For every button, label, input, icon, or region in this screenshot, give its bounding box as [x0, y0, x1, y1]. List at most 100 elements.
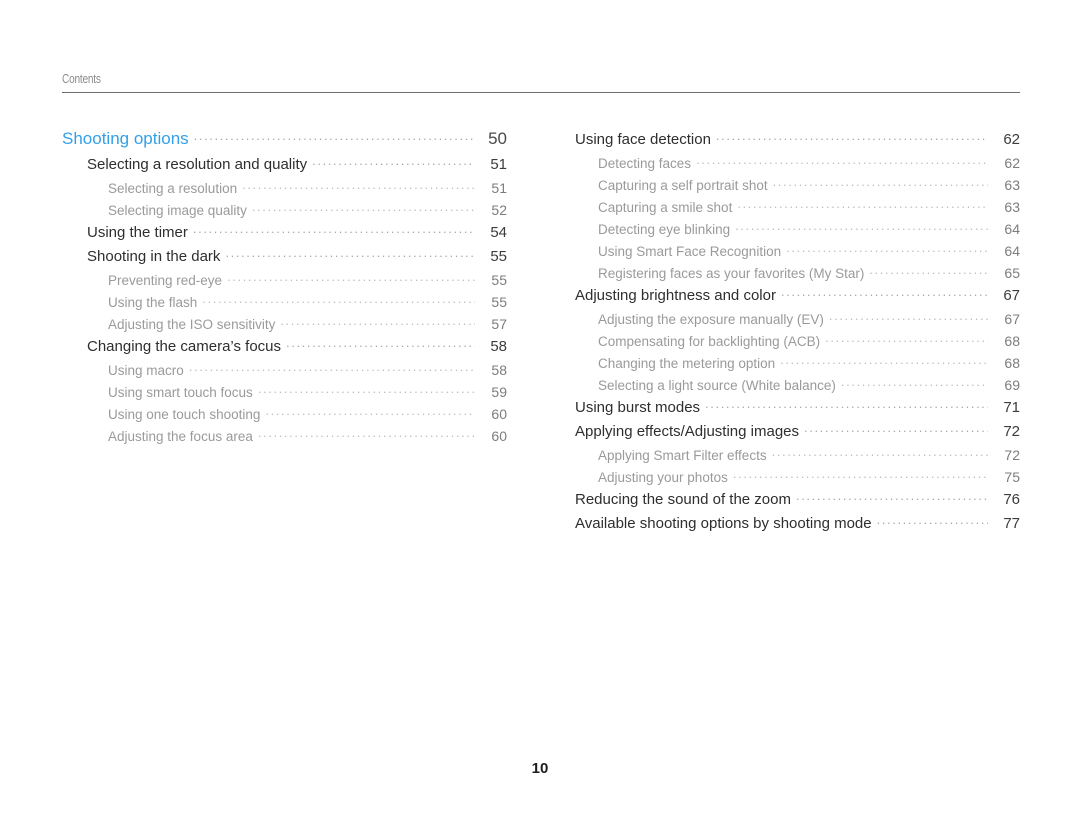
toc-leader-dots [796, 488, 988, 504]
toc-leader-dots [781, 284, 988, 300]
toc-entry[interactable]: Changing the camera’s focus 58 [87, 335, 507, 359]
toc-entry[interactable]: Using the flash 55 [108, 291, 507, 313]
toc-entry-page-number: 69 [1004, 377, 1020, 393]
toc-entry-title: Shooting options [62, 129, 189, 148]
toc-leader-dots [780, 352, 988, 368]
contents-page: Contents Shooting options 50 Selecting a r… [0, 0, 1080, 815]
toc-leader-dots [258, 425, 475, 441]
toc-entry[interactable]: Available shooting options by shooting m… [575, 512, 1020, 536]
toc-entry-title: Using the timer [87, 224, 188, 241]
toc-entry-title: Shooting in the dark [87, 248, 221, 265]
toc-entry-title: Using macro [108, 363, 184, 378]
toc-entry-page-number: 67 [1004, 311, 1020, 327]
toc-entry-title: Changing the metering option [598, 356, 776, 371]
toc-leader-dots [258, 381, 475, 397]
toc-entry[interactable]: Adjusting brightness and color 67 [575, 284, 1020, 308]
toc-entry[interactable]: Registering faces as your favorites (My … [598, 262, 1020, 284]
toc-leader-dots [877, 512, 988, 528]
toc-entry[interactable]: Detecting eye blinking 64 [598, 218, 1020, 240]
toc-leader-dots [227, 269, 475, 285]
toc-entry[interactable]: Shooting options 50 [62, 128, 507, 153]
toc-entry-title: Available shooting options by shooting m… [575, 515, 872, 532]
header-rule [62, 92, 1020, 93]
toc-entry[interactable]: Selecting a resolution and quality 51 [87, 153, 507, 177]
toc-entry[interactable]: Using burst modes 71 [575, 396, 1020, 420]
toc-entry[interactable]: Adjusting the exposure manually (EV) 67 [598, 308, 1020, 330]
toc-entry[interactable]: Using the timer 54 [87, 221, 507, 245]
toc-leader-dots [829, 308, 988, 324]
toc-entry[interactable]: Selecting image quality 52 [108, 199, 507, 221]
toc-entry-title: Using Smart Face Recognition [598, 244, 782, 259]
toc-leader-dots [696, 152, 988, 168]
toc-entry-title: Detecting eye blinking [598, 222, 731, 237]
toc-leader-dots [825, 330, 988, 346]
toc-entry[interactable]: Reducing the sound of the zoom 76 [575, 488, 1020, 512]
toc-entry-page-number: 63 [1004, 199, 1020, 215]
toc-entry-title: Selecting a light source (White balance) [598, 378, 836, 393]
toc-leader-dots [265, 403, 475, 419]
toc-entry-title: Using the flash [108, 295, 198, 310]
toc-entry-title: Registering faces as your favorites (My … [598, 266, 865, 281]
toc-entry-page-number: 60 [491, 428, 507, 444]
toc-entry-title: Using smart touch focus [108, 385, 253, 400]
toc-entry-page-number: 58 [490, 338, 507, 355]
toc-entry[interactable]: Using smart touch focus 59 [108, 381, 507, 403]
toc-entry-title: Changing the camera’s focus [87, 338, 282, 355]
toc-leader-dots [804, 420, 988, 436]
toc-entry[interactable]: Selecting a resolution 51 [108, 177, 507, 199]
page-number: 10 [531, 760, 549, 777]
toc-entry[interactable]: Changing the metering option 68 [598, 352, 1020, 374]
toc-entry-title: Detecting faces [598, 156, 692, 171]
toc-entry-page-number: 71 [1003, 399, 1020, 416]
toc-entry[interactable]: Selecting a light source (White balance)… [598, 374, 1020, 396]
toc-entry-title: Selecting a resolution and quality [87, 156, 308, 173]
toc-entry[interactable]: Using Smart Face Recognition 64 [598, 240, 1020, 262]
toc-leader-dots [716, 128, 988, 144]
toc-entry-title: Adjusting your photos [598, 470, 728, 485]
toc-entry[interactable]: Applying effects/Adjusting images 72 [575, 420, 1020, 444]
toc-leader-dots [286, 335, 475, 351]
toc-entry-page-number: 62 [1004, 155, 1020, 171]
toc-leader-dots [193, 221, 475, 237]
toc-entry-page-number: 68 [1004, 333, 1020, 349]
toc-entry[interactable]: Applying Smart Filter effects 72 [598, 444, 1020, 466]
toc-entry-page-number: 76 [1003, 491, 1020, 508]
toc-entry[interactable]: Shooting in the dark 55 [87, 245, 507, 269]
toc-entry-page-number: 72 [1003, 423, 1020, 440]
toc-leader-dots [705, 396, 988, 412]
toc-entry[interactable]: Capturing a self portrait shot 63 [598, 174, 1020, 196]
toc-entry-title: Using burst modes [575, 399, 701, 416]
toc-entry[interactable]: Compensating for backlighting (ACB) 68 [598, 330, 1020, 352]
toc-entry-title: Adjusting the exposure manually (EV) [598, 312, 824, 327]
toc-entry-page-number: 64 [1004, 243, 1020, 259]
toc-leader-dots [194, 128, 475, 144]
toc-entry-page-number: 75 [1004, 469, 1020, 485]
toc-entry-title: Applying effects/Adjusting images [575, 423, 800, 440]
toc-leader-dots [841, 374, 988, 390]
toc-entry[interactable]: Capturing a smile shot 63 [598, 196, 1020, 218]
toc-entry-page-number: 67 [1003, 287, 1020, 304]
toc-entry-page-number: 64 [1004, 221, 1020, 237]
toc-entry-page-number: 58 [491, 362, 507, 378]
toc-entry[interactable]: Adjusting the focus area 60 [108, 425, 507, 447]
toc-entry[interactable]: Using face detection 62 [575, 128, 1020, 152]
toc-leader-dots [252, 199, 475, 215]
toc-entry-page-number: 55 [491, 294, 507, 310]
toc-entry[interactable]: Adjusting the ISO sensitivity 57 [108, 313, 507, 335]
toc-leader-dots [280, 313, 475, 329]
toc-entry-page-number: 55 [491, 272, 507, 288]
toc-entry-page-number: 62 [1003, 131, 1020, 148]
toc-entry[interactable]: Adjusting your photos 75 [598, 466, 1020, 488]
toc-entry[interactable]: Using one touch shooting 60 [108, 403, 507, 425]
toc-entry[interactable]: Preventing red-eye 55 [108, 269, 507, 291]
toc-leader-dots [202, 291, 475, 307]
toc-entry-page-number: 65 [1004, 265, 1020, 281]
toc-entry-title: Adjusting the ISO sensitivity [108, 317, 276, 332]
toc-entry-page-number: 55 [490, 248, 507, 265]
running-header-label: Contents [62, 71, 101, 86]
toc-entry[interactable]: Using macro 58 [108, 359, 507, 381]
toc-leader-dots [772, 444, 988, 460]
toc-entry-page-number: 51 [490, 156, 507, 173]
toc-entry[interactable]: Detecting faces 62 [598, 152, 1020, 174]
toc-entry-page-number: 54 [490, 224, 507, 241]
